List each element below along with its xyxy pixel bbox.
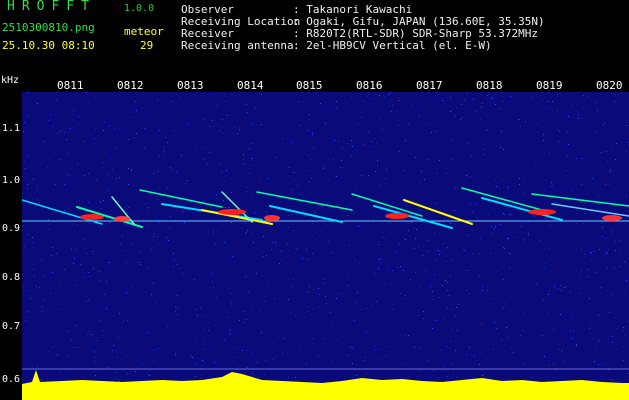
x-tick-label: 0815 — [296, 79, 323, 92]
app-name: HROFFT — [7, 0, 96, 14]
x-tick-label: 0817 — [416, 79, 443, 92]
y-tick-label: 0.8 — [2, 272, 21, 283]
x-tick-label: 0811 — [57, 79, 84, 92]
meteor-echo — [403, 199, 473, 225]
noise-floor-trace — [22, 370, 629, 400]
meteor-echoes — [22, 187, 629, 229]
x-tick-label: 0814 — [237, 79, 264, 92]
echo-hotspots — [80, 209, 622, 222]
echo-hotspot — [264, 215, 280, 221]
header-panel: HROFFT 1.0.0 2510300810.png 25.10.30 08:… — [0, 0, 629, 76]
x-tick-label: 0818 — [476, 79, 503, 92]
info-antenna-value: : 2el-HB9CV Vertical (el. E-W) — [293, 39, 492, 52]
meteor-echo — [481, 197, 563, 221]
x-tick-label: 0820 — [596, 79, 623, 92]
meteor-label: meteor — [124, 25, 164, 38]
echo-hotspot — [114, 216, 130, 222]
meteor-count: 29 — [140, 39, 154, 52]
echo-hotspot — [80, 214, 104, 220]
echo-hotspot — [218, 209, 246, 215]
info-antenna-label: Receiving antenna — [181, 39, 294, 52]
meteor-echo — [531, 193, 629, 207]
x-tick-label: 0816 — [356, 79, 383, 92]
echo-hotspot — [602, 215, 622, 221]
file-datetime: 25.10.30 08:10 — [2, 39, 95, 52]
file-name: 2510300810.png — [2, 21, 95, 34]
spectrogram-plot — [22, 92, 629, 400]
noise-speckle — [22, 92, 629, 392]
x-tick-label: 0812 — [117, 79, 144, 92]
echo-hotspot — [528, 209, 556, 215]
y-tick-label: 1.0 — [2, 175, 21, 186]
y-axis-unit: kHz — [1, 75, 20, 86]
meteor-echo — [139, 189, 223, 208]
y-tick-label: 0.7 — [2, 321, 21, 332]
echo-hotspot — [385, 213, 409, 219]
y-tick-label: 1.1 — [2, 123, 21, 134]
meteor-echo — [461, 187, 543, 211]
meteor-echo — [269, 205, 343, 223]
spectrogram-canvas — [22, 92, 629, 400]
y-tick-label: 0.6 — [2, 374, 21, 385]
app-version: 1.0.0 — [124, 3, 155, 14]
x-tick-label: 0819 — [536, 79, 563, 92]
meteor-echo — [551, 203, 629, 217]
x-tick-label: 0813 — [177, 79, 204, 92]
y-tick-label: 0.9 — [2, 223, 21, 234]
meteor-echo — [351, 193, 423, 217]
